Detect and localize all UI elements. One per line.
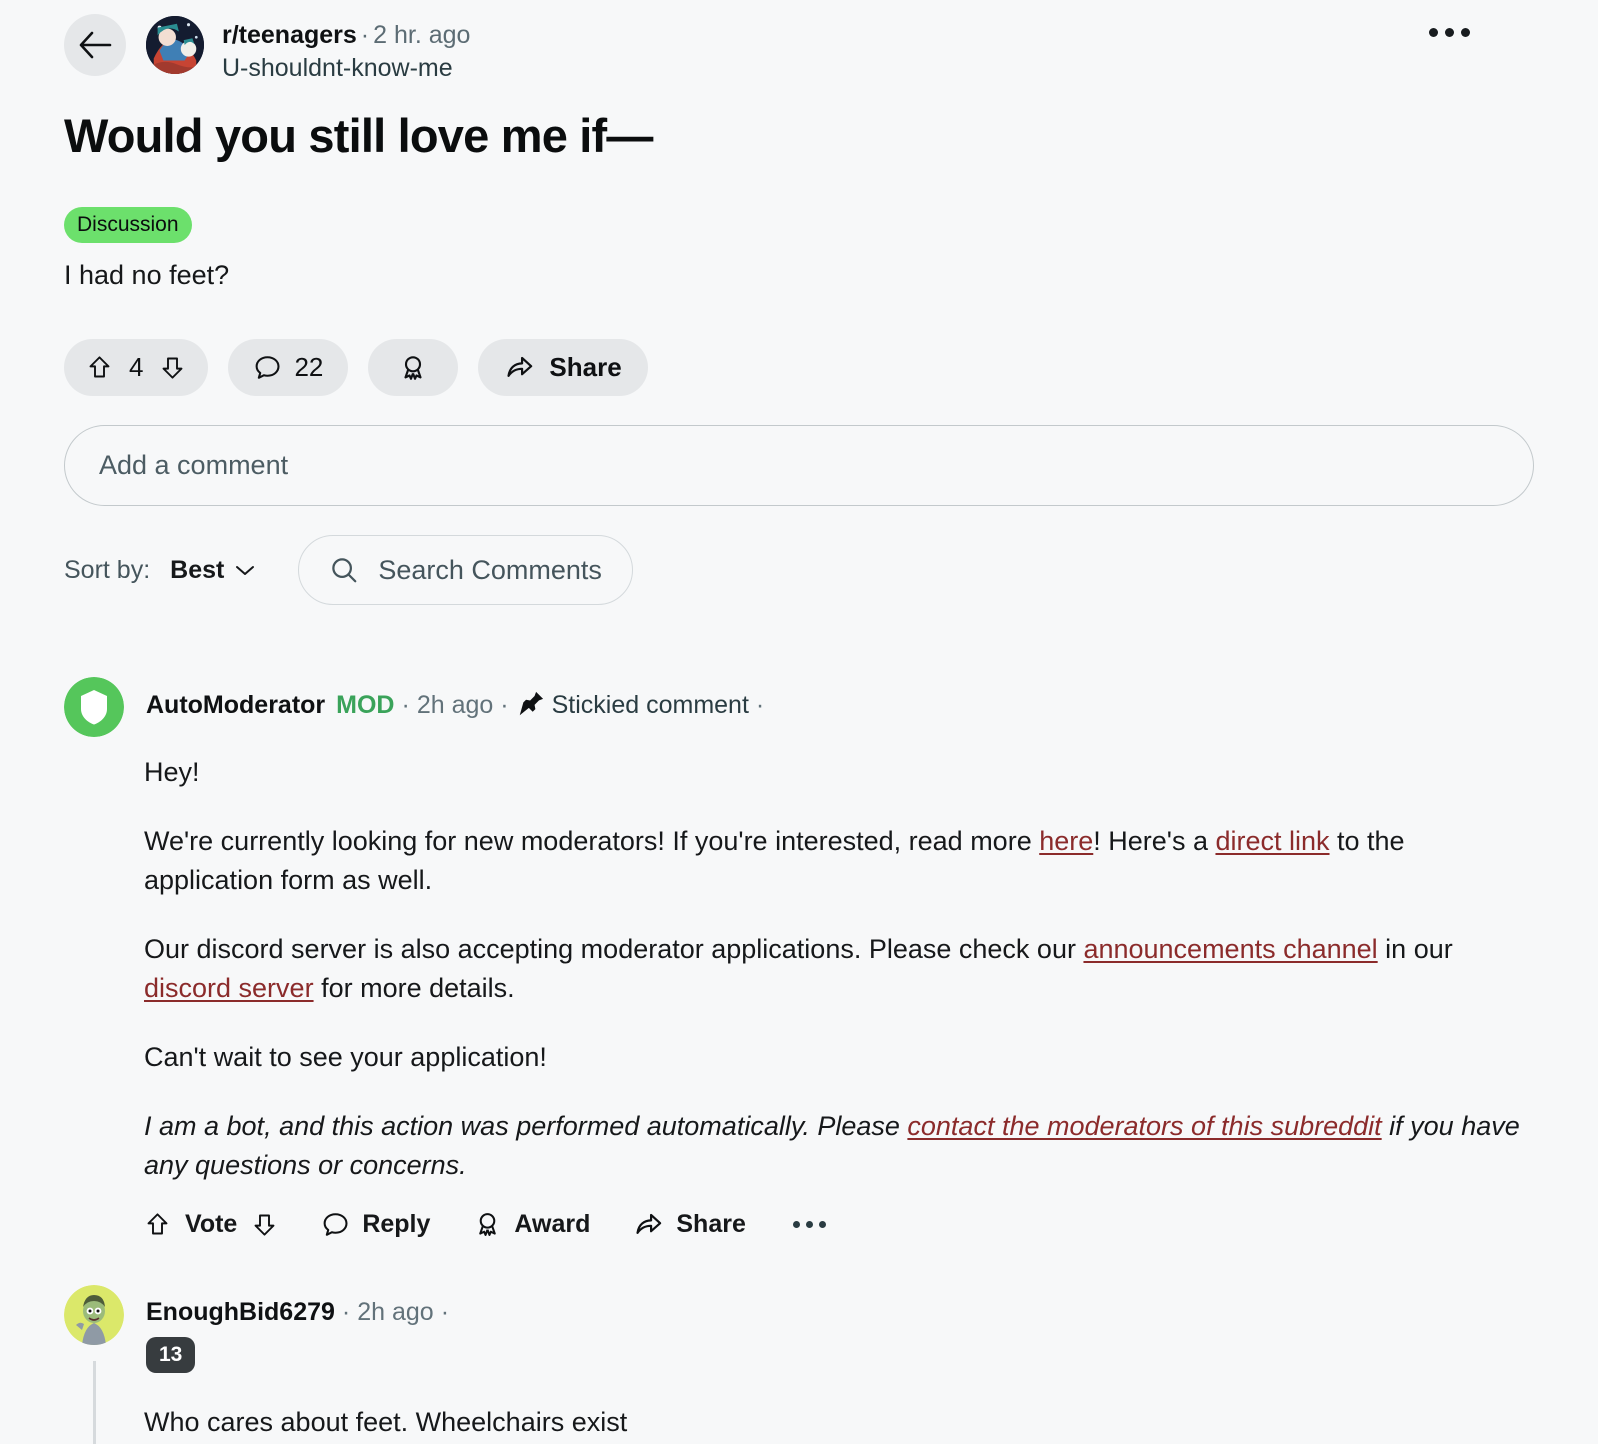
share-label: Share	[549, 352, 622, 382]
comment-author[interactable]: EnoughBid6279	[146, 1298, 335, 1326]
post-age: 2 hr. ago	[373, 21, 471, 49]
link-here[interactable]: here	[1039, 826, 1093, 856]
comment-body: Who cares about feet. Wheelchairs exist	[144, 1403, 1534, 1442]
comment-vote-group[interactable]: Vote	[144, 1210, 278, 1239]
share-pill[interactable]: Share	[478, 339, 648, 396]
award-medal-icon	[404, 355, 422, 380]
more-options-icon	[1429, 28, 1438, 37]
text-segment: I am a bot, and this action was performe…	[144, 1111, 908, 1141]
comment-paragraph-5-disclaimer: I am a bot, and this action was performe…	[144, 1107, 1534, 1185]
post-flair-badge[interactable]: Discussion	[64, 207, 192, 243]
comment-enoughbid6279: EnoughBid6279 · 2h ago · 13 Who cares about…	[64, 1285, 1534, 1444]
upvote-arrow-icon[interactable]	[144, 1211, 171, 1238]
post-flair-row: Discussion	[64, 207, 1534, 243]
comment-age: 2h ago	[357, 1298, 434, 1326]
link-announcements-channel[interactable]: announcements channel	[1083, 934, 1377, 964]
post-vote-count: 4	[129, 352, 144, 382]
award-button[interactable]: Award	[473, 1210, 590, 1239]
vote-pill[interactable]: 4	[64, 339, 209, 396]
search-icon	[332, 558, 357, 583]
link-contact-moderators[interactable]: contact the moderators of this subreddit	[907, 1111, 1381, 1141]
user-avatar-icon	[64, 1285, 124, 1345]
sort-dropdown[interactable]: Best	[170, 556, 256, 585]
comment-automoderator: AutoModerator MOD · 2h ago · Stickied comment…	[64, 677, 1534, 1240]
comment-body: Hey! We're currently looking for new mod…	[144, 753, 1534, 1185]
post-more-options-button[interactable]	[1429, 28, 1470, 37]
add-comment-input[interactable]	[64, 425, 1534, 506]
share-label: Share	[676, 1210, 746, 1238]
post-body-text: I had no feet?	[64, 260, 230, 290]
back-button[interactable]	[64, 14, 126, 76]
stickied-label: Stickied comment	[551, 691, 749, 719]
post-detail-page: r/teenagers · 2 hr. ago U-shouldnt-know-me…	[0, 0, 1598, 1444]
text-segment: in our	[1377, 934, 1453, 964]
award-label: Award	[514, 1210, 591, 1238]
text-segment: for more details.	[313, 973, 515, 1003]
upvote-arrow-icon[interactable]	[86, 354, 113, 381]
reply-label: Reply	[362, 1210, 431, 1238]
post-meta: r/teenagers · 2 hr. ago U-shouldnt-know-me	[222, 14, 470, 84]
comment-action-bar: Vote Reply Award Share	[144, 1209, 1534, 1240]
text-segment: We're currently looking for new moderato…	[144, 826, 1040, 856]
comment-meta: EnoughBid6279 · 2h ago · 13	[146, 1285, 456, 1373]
post-header: r/teenagers · 2 hr. ago U-shouldnt-know-me	[64, 0, 1534, 84]
vote-label: Vote	[185, 1210, 238, 1238]
comment-paragraph-4: Can't wait to see your application!	[144, 1042, 547, 1072]
share-arrow-icon	[636, 1213, 662, 1234]
search-comments-placeholder: Search Comments	[378, 554, 602, 585]
share-arrow-icon	[507, 356, 533, 377]
share-button[interactable]: Share	[633, 1209, 746, 1240]
thread-collapse-line[interactable]	[93, 1361, 96, 1444]
text-segment: ! Here's a	[1093, 826, 1216, 856]
mod-tag: MOD	[336, 691, 395, 719]
meta-separator: ·	[401, 691, 410, 719]
comment-header: EnoughBid6279 · 2h ago · 13	[64, 1285, 1534, 1373]
comment-flair-badge: 13	[146, 1337, 196, 1373]
avatar[interactable]	[64, 677, 124, 737]
post-action-bar: 4 22 Share	[64, 339, 1534, 396]
comment-paragraph-1: Hey!	[144, 757, 200, 787]
comment-age: 2h ago	[416, 691, 494, 719]
comment-paragraph-2: We're currently looking for new moderato…	[144, 822, 1534, 900]
sort-value: Best	[170, 555, 225, 584]
comments-list: AutoModerator MOD · 2h ago · Stickied comment…	[64, 677, 1534, 1444]
back-arrow-icon	[79, 31, 112, 59]
meta-separator: ·	[360, 21, 370, 49]
downvote-arrow-icon[interactable]	[159, 354, 186, 381]
meta-separator: ·	[341, 1298, 351, 1326]
award-pill[interactable]	[368, 339, 459, 396]
comment-text: Who cares about feet. Wheelchairs exist	[144, 1407, 628, 1437]
award-medal-icon	[479, 1213, 497, 1236]
link-discord-server[interactable]: discord server	[144, 973, 314, 1003]
text-segment: Our discord server is also accepting mod…	[144, 934, 1084, 964]
post-author[interactable]: U-shouldnt-know-me	[222, 52, 470, 84]
comment-bubble-icon	[256, 356, 280, 379]
subreddit-name[interactable]: r/teenagers	[222, 21, 357, 49]
post-comment-count: 22	[294, 352, 324, 382]
page-title: Would you still love me if—	[64, 109, 653, 162]
reply-button[interactable]: Reply	[321, 1210, 430, 1239]
search-comments-field[interactable]: Search Comments	[298, 535, 633, 605]
comment-meta: AutoModerator MOD · 2h ago · Stickied comment…	[146, 691, 765, 719]
more-options-icon	[792, 1221, 800, 1228]
avatar[interactable]	[64, 1285, 124, 1345]
comment-sort-row: Sort by: Best Search Comments	[64, 535, 1534, 605]
comment-paragraph-3: Our discord server is also accepting mod…	[144, 930, 1534, 1008]
link-direct-link[interactable]: direct link	[1215, 826, 1329, 856]
subreddit-avatar[interactable]	[146, 16, 204, 74]
subreddit-avatar-icon	[146, 16, 204, 74]
chevron-down-icon	[236, 566, 255, 575]
comments-pill[interactable]: 22	[228, 339, 349, 396]
comment-bubble-icon	[323, 1213, 348, 1236]
sort-by-label: Sort by:	[64, 555, 151, 584]
shield-avatar-icon	[64, 677, 124, 737]
comment-more-options-button[interactable]	[789, 1221, 826, 1228]
comment-author[interactable]: AutoModerator	[146, 691, 325, 719]
comment-header: AutoModerator MOD · 2h ago · Stickied comment…	[64, 677, 1534, 737]
pushpin-icon	[519, 691, 543, 716]
downvote-arrow-icon[interactable]	[251, 1211, 278, 1238]
